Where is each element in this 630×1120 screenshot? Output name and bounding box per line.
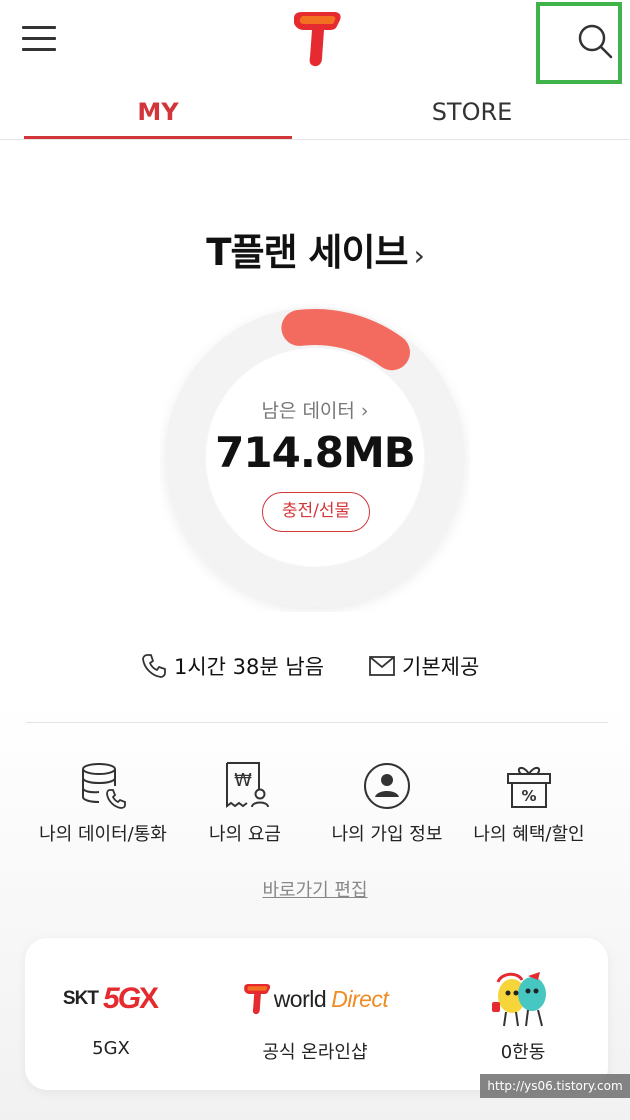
t-logo[interactable] bbox=[290, 10, 344, 68]
database-phone-icon bbox=[82, 763, 126, 809]
search-icon bbox=[578, 24, 613, 59]
remaining-data-label[interactable]: 남은 데이터 › bbox=[200, 396, 430, 423]
call-remaining: 1시간 38분 남음 bbox=[174, 655, 325, 679]
charge-gift-button[interactable]: 충전/선물 bbox=[262, 492, 370, 532]
svg-text:%: % bbox=[521, 787, 536, 805]
promo-label: 0한동 bbox=[500, 1042, 546, 1063]
quick-menu-label: 나의 요금 bbox=[209, 824, 281, 845]
quick-menu-label: 나의 혜택/할인 bbox=[473, 824, 585, 845]
tab-my[interactable]: MY bbox=[24, 90, 292, 140]
edit-shortcuts-link[interactable]: 바로가기 편집 bbox=[0, 876, 630, 902]
call-stat: 1시간 38분 남음 bbox=[140, 650, 324, 682]
quick-menu-bill[interactable]: ₩ 나의 요금 bbox=[170, 760, 320, 846]
promo-official-shop[interactable]: world Direct 공식 온라인샵 bbox=[220, 968, 410, 1064]
plan-name: T플랜 세이브 bbox=[206, 231, 408, 274]
promo-label: 5GX bbox=[92, 1038, 130, 1059]
chevron-right-icon: › bbox=[413, 239, 425, 272]
svg-text:₩: ₩ bbox=[234, 770, 252, 791]
sms-stat: 기본제공 bbox=[368, 650, 479, 682]
menu-icon[interactable] bbox=[20, 22, 58, 54]
quick-menu-subscription-info[interactable]: 나의 가입 정보 bbox=[312, 760, 462, 846]
user-circle-icon bbox=[364, 763, 410, 809]
skt-5gx-logo: SKT 5G X bbox=[62, 982, 160, 1015]
world-direct-logo: world Direct bbox=[220, 968, 410, 1030]
0-characters-icon bbox=[428, 968, 618, 1030]
remaining-data-value: 714.8MB bbox=[215, 428, 416, 477]
quick-menu-benefits[interactable]: % 나의 혜택/할인 bbox=[454, 760, 604, 846]
promo-label: 공식 온라인샵 bbox=[262, 1042, 368, 1063]
gift-percent-icon: % bbox=[507, 767, 551, 808]
bill-won-icon: ₩ bbox=[226, 762, 269, 808]
section-divider bbox=[26, 722, 608, 723]
search-button[interactable] bbox=[536, 2, 622, 84]
tab-store[interactable]: STORE bbox=[338, 90, 606, 140]
mail-icon bbox=[369, 656, 395, 676]
quick-menu-label: 나의 가입 정보 bbox=[331, 824, 443, 845]
promo-0-handong[interactable]: 0한동 bbox=[428, 968, 618, 1064]
promo-5gx[interactable]: SKT 5G X 5GX bbox=[16, 968, 206, 1059]
watermark: http://ys06.tistory.com bbox=[480, 1074, 630, 1098]
quick-menu-data-call[interactable]: 나의 데이터/통화 bbox=[28, 760, 178, 846]
phone-icon bbox=[142, 654, 166, 678]
quick-menu-label: 나의 데이터/통화 bbox=[39, 824, 167, 845]
tab-divider bbox=[0, 139, 630, 140]
plan-title[interactable]: T플랜 세이브 › bbox=[0, 222, 630, 276]
sms-value: 기본제공 bbox=[402, 655, 480, 679]
